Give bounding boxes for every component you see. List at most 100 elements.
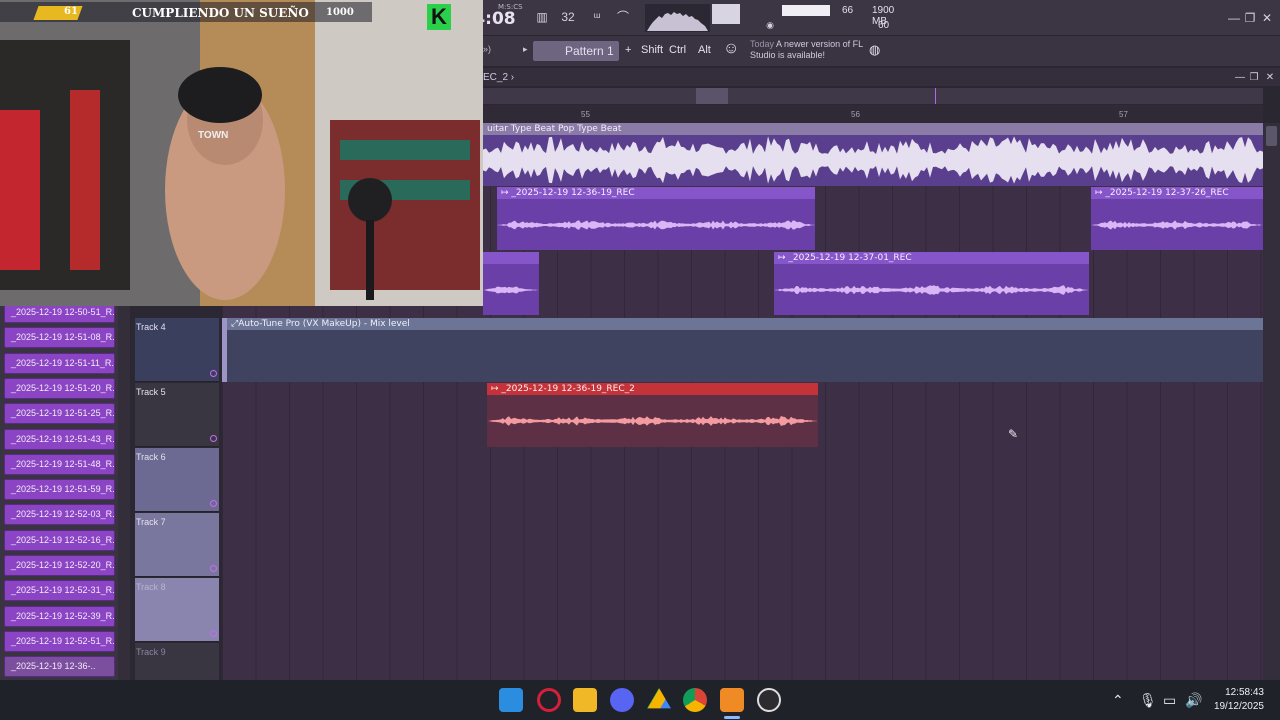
browser-item[interactable]: _2025-12-19 12-36-.. [4, 656, 115, 678]
rec-clip-2-name: _2025-12-19 12-37-26_REC [1105, 188, 1229, 198]
browser-item[interactable]: _2025-12-19 12-51-25_R.. [4, 403, 115, 425]
browser-panel: _2025-12-19 12-50-51_R.. _2025-12-19 12-5… [0, 300, 130, 680]
track-8-label: Track 8 [136, 582, 166, 592]
webcam-banner: 61 CUMPLIENDO UN SUEÑO 1000 [0, 2, 372, 22]
browser-item[interactable]: _2025-12-19 12-51-43_R.. [4, 428, 115, 450]
track-4-label: Track 4 [136, 322, 166, 332]
track-8-mute-dot[interactable] [210, 630, 217, 637]
track-5-label: Track 5 [136, 387, 166, 397]
taskbar-clock[interactable]: 12:58:43 19/12/2025 [1208, 686, 1264, 714]
browser-item[interactable]: _2025-12-19 12-52-51_R.. [4, 630, 115, 652]
banner-title: CUMPLIENDO UN SUEÑO [132, 6, 309, 20]
track-headers: Track 4 Track 5 Track 6 Track 7 Track 8 … [130, 305, 222, 707]
globe-icon[interactable]: ◍ [869, 42, 880, 58]
ctrl-button[interactable]: Ctrl [669, 44, 686, 56]
restore-icon[interactable]: ❐ [1242, 10, 1258, 26]
playlist-header [483, 68, 1280, 86]
news-panel[interactable]: Today A newer version of FL Studio is av… [750, 39, 870, 61]
webcam-scene [0, 0, 483, 306]
active-app-indicator [724, 716, 740, 719]
tray-chevron-icon[interactable]: ⌃ [1112, 692, 1124, 709]
discord-icon[interactable] [610, 688, 634, 712]
browser-item[interactable]: _2025-12-19 12-51-20_R.. [4, 377, 115, 399]
news-day: Today [750, 39, 775, 49]
timeline-ruler[interactable]: 55 56 57 [483, 105, 1263, 123]
loop-icon[interactable]: ᵚ [587, 9, 607, 25]
automation-clip-label: ⤢Auto-Tune Pro (VX MakeUp) - Mix level [227, 318, 1263, 330]
playlist-overview-scrollbar[interactable] [483, 88, 1263, 104]
browser-item[interactable]: _2025-12-19 12-52-31_R.. [4, 580, 115, 602]
volume-icon[interactable]: 🔊 [1185, 692, 1202, 709]
playhead-marker [935, 88, 936, 104]
track-6-mute-dot[interactable] [210, 500, 217, 507]
microphone-icon[interactable]: 🎙 [1139, 692, 1157, 709]
automation-clip[interactable]: ⤢Auto-Tune Pro (VX MakeUp) - Mix level [227, 318, 1263, 382]
add-pattern-icon[interactable]: + [625, 44, 631, 56]
google-drive-icon[interactable] [647, 688, 671, 709]
track-header-4[interactable]: Track 4 [135, 318, 219, 382]
track-7-mute-dot[interactable] [210, 565, 217, 572]
playlist-close-icon[interactable]: ✕ [1262, 70, 1278, 86]
browser-item[interactable]: _2025-12-19 12-52-16_R.. [4, 529, 115, 551]
browser-item[interactable]: _2025-12-19 12-51-48_R.. [4, 453, 115, 475]
rec-clip-partial[interactable] [483, 252, 539, 315]
overview-thumb[interactable] [696, 88, 728, 104]
browser-item[interactable]: _2025-12-19 12-51-08_R.. [4, 327, 115, 349]
eye-icon[interactable]: ◉ [760, 17, 780, 33]
browser-item[interactable]: _2025-12-19 12-52-39_R.. [4, 605, 115, 627]
obs-icon[interactable] [757, 688, 781, 712]
pattern-selector[interactable]: Pattern 1 [533, 41, 619, 61]
playlist-restore-icon[interactable]: ❐ [1246, 70, 1262, 86]
track-header-7[interactable]: Track 7 [135, 513, 219, 577]
track-header-5[interactable]: Track 5 [135, 383, 219, 447]
close-icon[interactable]: ✕ [1259, 10, 1275, 26]
chrome-icon[interactable] [683, 688, 707, 712]
file-explorer-icon[interactable] [573, 688, 597, 712]
track-6-label: Track 6 [136, 452, 166, 462]
vertical-scroll-thumb[interactable] [1266, 126, 1277, 146]
rec-clip-2[interactable]: ↦ _2025-12-19 12-37-26_REC [1091, 187, 1263, 250]
rec-clip-red[interactable]: ↦ _2025-12-19 12-36-19_REC_2 [487, 383, 818, 447]
metronome-icon[interactable]: ⌒ [613, 9, 633, 25]
rec-clip-partial-waveform [483, 286, 539, 294]
shift-button[interactable]: Shift [641, 44, 663, 56]
rec-clip-3[interactable]: ↦ _2025-12-19 12-37-01_REC [774, 252, 1089, 315]
news-icon[interactable]: ☺ [723, 40, 739, 58]
pattern-arrow-icon[interactable]: ▸ [523, 44, 528, 55]
rec-clip-partial-label [483, 252, 539, 264]
start-icon[interactable] [499, 688, 523, 712]
time-unit: M:S:CS [498, 3, 523, 11]
browser-item[interactable]: _2025-12-19 12-51-59_R.. [4, 479, 115, 501]
cpu-value: 66 [842, 5, 854, 16]
rec-clip-1[interactable]: ↦ _2025-12-19 12-36-19_REC [497, 187, 815, 250]
browser-item[interactable]: _2025-12-19 12-52-20_R.. [4, 555, 115, 576]
beat-clip-label: uitar Type Beat Pop Type Beat [483, 123, 1263, 135]
track-header-8[interactable]: Track 8 [135, 578, 219, 642]
step-sequencer-icon[interactable]: 32 [558, 9, 578, 25]
rec-clip-1-label: ↦ _2025-12-19 12-36-19_REC [497, 187, 815, 199]
piano-roll-icon[interactable]: ▥ [532, 9, 552, 25]
rec-clip-3-waveform [774, 285, 1088, 295]
prev-arrow-icon[interactable]: ») [483, 44, 491, 54]
opera-icon[interactable] [537, 688, 561, 712]
alt-button[interactable]: Alt [698, 44, 711, 56]
webcam-overlay: 61 CUMPLIENDO UN SUEÑO 1000 K TOWN [0, 0, 483, 306]
network-icon[interactable]: ▭ [1163, 692, 1176, 709]
track-5-mute-dot[interactable] [210, 435, 217, 442]
track-header-6[interactable]: Track 6 [135, 448, 219, 512]
ruler-bar-55: 55 [581, 110, 590, 119]
browser-item[interactable]: _2025-12-19 12-52-03_R.. [4, 504, 115, 526]
track-4-mute-dot[interactable] [210, 370, 217, 377]
cap-text: TOWN [198, 130, 229, 141]
pattern-toolbar: ») ▸ Pattern 1 + Shift Ctrl Alt ☺ Today … [483, 36, 1280, 66]
taskbar-time: 12:58:43 [1225, 687, 1264, 698]
rec-clip-2-label: ↦ _2025-12-19 12-37-26_REC [1091, 187, 1263, 199]
polyphony-value: 60 [878, 20, 890, 31]
beat-audio-clip[interactable]: uitar Type Beat Pop Type Beat [483, 123, 1263, 186]
cpu-memory-panel: 66 1900 MB 60 [782, 5, 906, 33]
playlist-vertical-scrollbar[interactable] [1263, 123, 1280, 680]
fl-studio-icon[interactable] [720, 688, 744, 712]
browser-item[interactable]: _2025-12-19 12-51-11_R.. [4, 352, 115, 374]
browser-scrollbar[interactable] [118, 300, 130, 680]
minimize-icon[interactable]: — [1226, 10, 1242, 26]
